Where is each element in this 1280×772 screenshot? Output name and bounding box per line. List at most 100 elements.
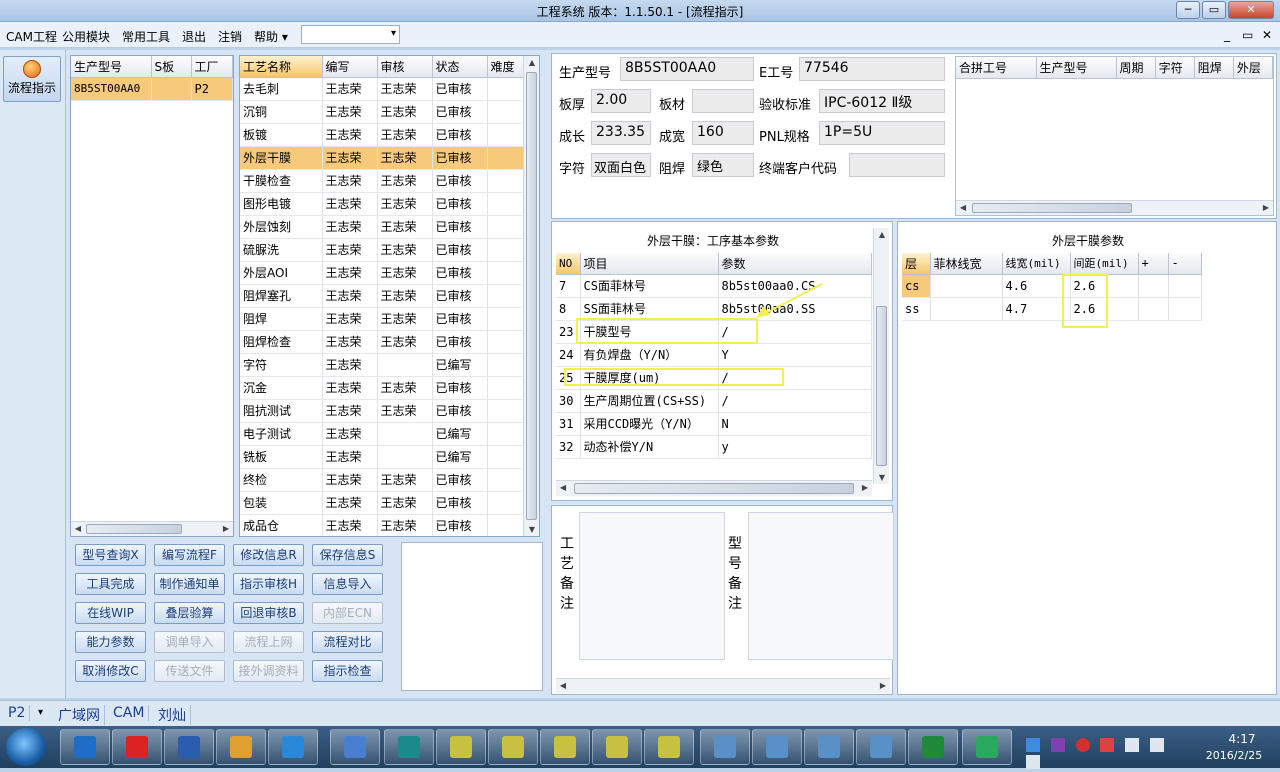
film-row[interactable]: cs 4.6 2.6 (902, 274, 1202, 298)
scroll-down-icon[interactable]: ▼ (525, 525, 539, 534)
network-icon[interactable] (1125, 738, 1140, 752)
taskbar-app-button[interactable] (644, 729, 694, 765)
process-row[interactable]: 阻焊 王志荣 王志荣 已审核 (240, 307, 524, 331)
taskbar-app-button[interactable] (592, 729, 642, 765)
flow-guide-button[interactable]: 流程指示 (3, 56, 61, 102)
process-row[interactable]: 沉铜 王志荣 王志荣 已审核 (240, 100, 524, 124)
col-plus[interactable]: + (1138, 253, 1169, 275)
craft-notes-field[interactable] (579, 512, 725, 660)
thickness-field[interactable]: 2.00 (591, 89, 651, 113)
taskbar-app-button[interactable] (436, 729, 486, 765)
process-row[interactable]: 外层干膜 王志荣 王志荣 已审核 (240, 146, 524, 170)
taskbar-app-button[interactable] (804, 729, 854, 765)
col-linewidth-mil[interactable]: 线宽(mil) (1002, 253, 1071, 275)
action-button[interactable]: 能力参数 (75, 631, 146, 653)
menu-cam[interactable]: CAM工程 (6, 28, 57, 45)
param-row[interactable]: 24 有负焊盘（Y/N） Y (556, 343, 872, 367)
volume-icon[interactable] (1150, 738, 1165, 752)
start-button[interactable] (6, 728, 46, 766)
char-field[interactable]: 双面白色 (591, 153, 651, 177)
col-status[interactable]: 状态 (432, 56, 488, 78)
taskbar-app-button[interactable] (330, 729, 380, 765)
param-row[interactable]: 32 动态补偿Y/N y (556, 435, 872, 459)
col-minus[interactable]: - (1168, 253, 1202, 275)
process-row[interactable]: 阻焊塞孔 王志荣 王志荣 已审核 (240, 284, 524, 308)
clock-time[interactable]: 4:17 (1212, 732, 1272, 746)
col-s-board[interactable]: S板 (151, 56, 192, 78)
action-button[interactable]: 保存信息S (312, 544, 383, 566)
scroll-thumb[interactable] (574, 483, 854, 494)
menu-exit[interactable]: 退出 (182, 28, 206, 45)
col-layer[interactable]: 层 (902, 253, 931, 275)
col-film-linewidth[interactable]: 菲林线宽 (930, 253, 1003, 275)
col-item[interactable]: 项目 (580, 253, 719, 275)
scroll-up-icon[interactable]: ▲ (875, 230, 889, 239)
col-combine-model[interactable]: 生产型号 (1036, 57, 1117, 79)
standard-field[interactable]: IPC-6012 Ⅱ级 (819, 89, 945, 113)
mask-field[interactable]: 绿色 (692, 153, 754, 177)
action-button[interactable]: 回退审核B (233, 602, 304, 624)
scroll-left-icon[interactable]: ◀ (556, 483, 570, 492)
model-field[interactable]: 8B5ST00AA0 (620, 57, 754, 81)
process-row[interactable]: 成品仓 王志荣 王志荣 已审核 (240, 514, 524, 536)
mdi-restore[interactable]: ▭ (1242, 28, 1253, 42)
scroll-thumb[interactable] (972, 203, 1132, 213)
process-row[interactable]: 终检 王志荣 王志荣 已审核 (240, 468, 524, 492)
col-combine-outer[interactable]: 外层 (1233, 57, 1274, 79)
action-button[interactable]: 取消修改C (75, 660, 146, 682)
action-button[interactable]: 制作通知单 (154, 573, 225, 595)
action-button[interactable]: 编写流程F (154, 544, 225, 566)
flag-icon[interactable] (1026, 755, 1040, 769)
col-combine-no[interactable]: 合拼工号 (956, 57, 1037, 79)
col-writer[interactable]: 编写 (322, 56, 378, 78)
taskbar-app-button[interactable] (540, 729, 590, 765)
process-row[interactable]: 干膜检查 王志荣 王志荣 已审核 (240, 169, 524, 193)
chevron-down-icon[interactable]: ▾ (38, 707, 43, 718)
taskbar-app-button[interactable] (216, 729, 266, 765)
model-row[interactable]: 8B5ST00AA0 P2 (71, 77, 233, 101)
restore-button[interactable]: ▭ (1202, 1, 1226, 19)
process-row[interactable]: 阻抗测试 王志荣 王志荣 已审核 (240, 399, 524, 423)
action-button[interactable]: 指示审核H (233, 573, 304, 595)
scroll-down-icon[interactable]: ▼ (875, 473, 889, 482)
basic-hscroll[interactable]: ◀ ▶ (556, 480, 872, 496)
menu-help[interactable]: 帮助 ▾ (254, 28, 288, 45)
close-button[interactable]: ✕ (1228, 1, 1274, 19)
status-factory[interactable]: P2 (8, 705, 31, 721)
action-button[interactable]: 工具完成 (75, 573, 146, 595)
scroll-thumb[interactable] (876, 306, 887, 466)
col-no[interactable]: NO (556, 253, 581, 275)
process-row[interactable]: 去毛刺 王志荣 王志荣 已审核 (240, 77, 524, 101)
taskbar-app-button[interactable] (908, 729, 958, 765)
mdi-minimize[interactable]: _ (1224, 28, 1230, 42)
taskbar-app-button[interactable] (268, 729, 318, 765)
combine-hscroll[interactable]: ◀ ▶ (956, 200, 1273, 215)
scroll-thumb[interactable] (86, 524, 182, 534)
process-row[interactable]: 外层AOI 王志荣 王志荣 已审核 (240, 261, 524, 285)
basic-vscroll[interactable]: ▲ ▼ (873, 228, 889, 484)
process-vscroll[interactable]: ▲ ▼ (523, 56, 539, 536)
material-field[interactable] (692, 89, 754, 113)
process-row[interactable]: 字符 王志荣 已编写 (240, 353, 524, 377)
clock-date[interactable]: 2016/2/25 (1196, 749, 1272, 762)
tray-app-icon[interactable] (1100, 738, 1115, 752)
taskbar-app-button[interactable] (700, 729, 750, 765)
film-row[interactable]: ss 4.7 2.6 (902, 297, 1202, 321)
menu-logout[interactable]: 注销 (218, 28, 242, 45)
customer-code-field[interactable] (849, 153, 945, 177)
tray-app-icon[interactable] (1026, 738, 1040, 752)
menu-combo[interactable]: ▾ (301, 25, 400, 44)
process-row[interactable]: 板镀 王志荣 王志荣 已审核 (240, 123, 524, 147)
notes-hscroll[interactable]: ◀ ▶ (556, 678, 890, 693)
col-process[interactable]: 工艺名称 (240, 56, 323, 78)
col-combine-cycle[interactable]: 周期 (1116, 57, 1156, 79)
pnl-field[interactable]: 1P=5U (819, 121, 945, 145)
tray-app-icon[interactable] (1050, 738, 1065, 752)
col-model[interactable]: 生产型号 (71, 56, 152, 78)
process-row[interactable]: 沉金 王志荣 王志荣 已审核 (240, 376, 524, 400)
col-factory[interactable]: 工厂 (191, 56, 233, 78)
model-notes-field[interactable] (748, 512, 894, 660)
action-button[interactable]: 叠层验算 (154, 602, 225, 624)
length-field[interactable]: 233.35 (591, 121, 651, 145)
action-button[interactable]: 信息导入 (312, 573, 383, 595)
